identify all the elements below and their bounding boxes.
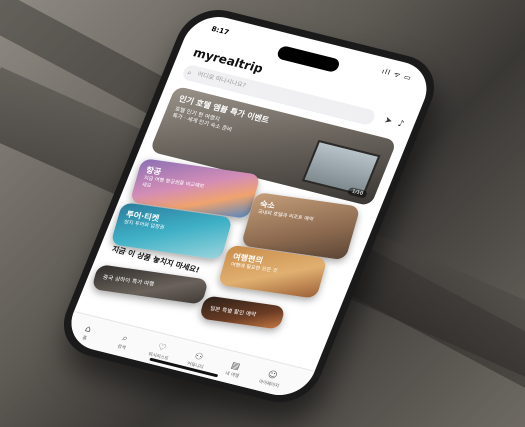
bell-icon[interactable]: ♪	[396, 119, 405, 130]
search-icon: ⌕	[120, 333, 130, 345]
category-sub: 지금 여행 항공권을 비교해보세요	[141, 175, 205, 190]
status-time: 8:17	[210, 24, 231, 37]
home-icon: ⌂	[83, 324, 93, 336]
signal-icon: ıll ᯤ ▭	[380, 67, 414, 83]
tab-home[interactable]: ⌂ 홈	[70, 322, 104, 345]
tab-my-page[interactable]: ☺ 마이페이지	[254, 368, 288, 391]
tab-my-trip[interactable]: ▤ 내 여행	[217, 358, 251, 381]
tab-label: 검색	[116, 344, 127, 352]
search-placeholder: 어디로 떠나시나요?	[196, 70, 247, 90]
deal-card[interactable]: 일본 특별 할인 예약	[198, 295, 286, 330]
category-sub: 국내외 호텔과 리조트 예약	[256, 209, 315, 223]
tab-search[interactable]: ⌕ 검색	[107, 331, 141, 354]
banner-image	[301, 139, 381, 197]
tab-label: 홈	[81, 335, 88, 342]
search-icon: ⌕	[186, 68, 194, 77]
deal-label: 일본 특별 할인 예약	[209, 306, 257, 319]
send-icon[interactable]: ➤	[383, 116, 394, 127]
tab-label: 내 여행	[224, 371, 240, 380]
deal-label: 중국 상하이 특가 여행	[102, 274, 155, 288]
